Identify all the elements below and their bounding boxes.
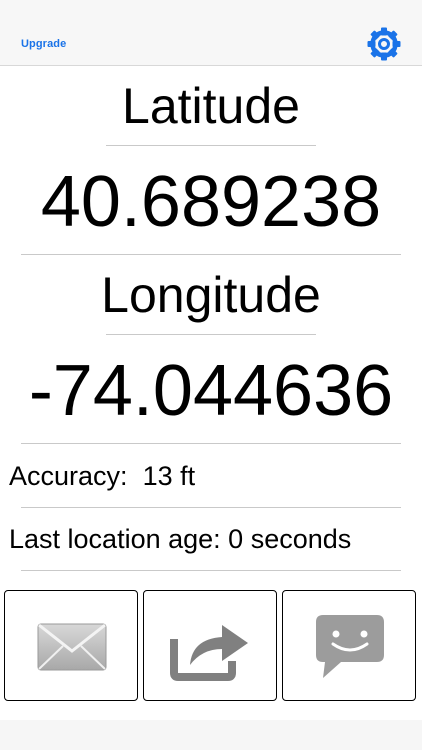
share-icon xyxy=(170,625,248,681)
longitude-label-underline xyxy=(106,334,316,335)
share-button[interactable] xyxy=(143,590,277,701)
divider xyxy=(21,254,401,255)
navigation-bar: Upgrade xyxy=(0,0,422,66)
divider xyxy=(21,570,401,571)
message-icon xyxy=(316,615,384,678)
email-button[interactable] xyxy=(4,590,138,701)
location-age-label: Last location age: xyxy=(9,524,221,554)
accuracy-label: Accuracy: xyxy=(9,461,128,491)
text-message-button[interactable] xyxy=(282,590,416,701)
gear-icon[interactable] xyxy=(366,26,402,62)
longitude-value: -74.044636 xyxy=(28,351,394,431)
divider xyxy=(21,443,401,444)
latitude-label-underline xyxy=(106,145,316,146)
longitude-label: Longitude xyxy=(101,267,321,323)
latitude-value: 40.689238 xyxy=(40,162,382,242)
accuracy-row: Accuracy: 13 ft xyxy=(9,460,195,492)
bottom-bar xyxy=(0,720,422,750)
location-age-value: 0 seconds xyxy=(228,524,352,554)
divider xyxy=(21,507,401,508)
location-age-row: Last location age: 0 seconds xyxy=(9,523,351,555)
accuracy-value: 13 ft xyxy=(142,461,196,491)
mail-icon xyxy=(37,623,107,671)
upgrade-button[interactable]: Upgrade xyxy=(21,38,66,50)
latitude-label: Latitude xyxy=(122,78,300,134)
